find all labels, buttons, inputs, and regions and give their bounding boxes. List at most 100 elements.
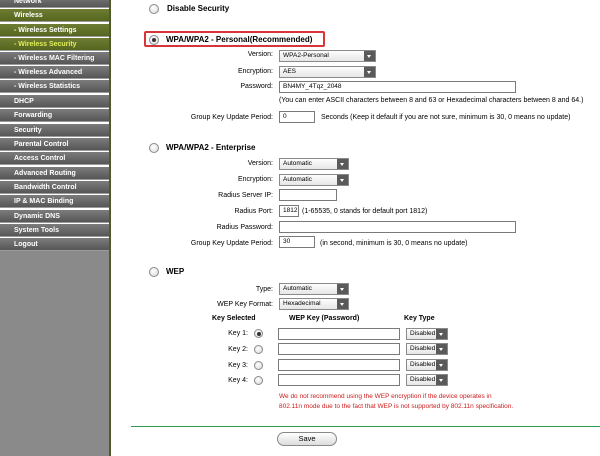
sidebar-item-security[interactable]: Security [0,124,109,137]
sidebar-item-forwarding[interactable]: Forwarding [0,109,109,122]
sidebar-border [109,0,111,456]
wep-key1-type-value: Disabled [410,330,436,337]
wep-warning-line2: 802.11n mode due to the fact that WEP is… [279,403,514,410]
wpa-password-input[interactable]: BN4MY_4Tqz_2048 [279,81,516,93]
sidebar-item-logout[interactable]: Logout [0,238,109,251]
wep-key4-radio[interactable] [254,376,263,385]
wep-radio[interactable] [149,267,159,277]
ent-encryption-value: Automatic [283,176,312,183]
wep-title: WEP [166,267,185,276]
sidebar-filler [0,251,109,456]
ent-gkup-input[interactable]: 30 [279,236,315,248]
sidebar-item-wireless[interactable]: Wireless [0,9,109,22]
ent-version-label: Version: [247,160,273,167]
chevron-down-icon [364,51,375,61]
wep-key2-radio[interactable] [254,345,263,354]
sidebar-item-wireless-statistics[interactable]: - Wireless Statistics [0,80,109,93]
ent-encryption-select[interactable]: Automatic [279,174,349,186]
wpa-encryption-select[interactable]: AES [279,66,376,78]
sidebar-item-parental-control[interactable]: Parental Control [0,138,109,151]
wpa-version-select[interactable]: WPA2-Personal [279,50,376,62]
ent-encryption-label: Encryption: [237,176,273,183]
wpa-encryption-value: AES [283,68,297,75]
sidebar-item-wireless-settings[interactable]: - Wireless Settings [0,24,109,37]
wpa-enterprise-radio[interactable] [149,143,159,153]
sidebar-item-access-control[interactable]: Access Control [0,152,109,165]
sidebar-item-dynamic-dns[interactable]: Dynamic DNS [0,210,109,223]
wep-key2-type-value: Disabled [410,345,436,352]
footer-divider [131,426,600,427]
radius-port-label: Radius Port: [234,208,273,215]
wep-key3-radio[interactable] [254,361,263,370]
wpa-encryption-label: Encryption: [237,68,273,75]
wep-key3-label: Key 3: [228,362,248,369]
wpa-gkup-hint: Seconds (Keep it default if you are not … [321,114,571,121]
wep-warning-line1: We do not recommend using the WEP encryp… [279,393,492,400]
wpa-gkup-input[interactable]: 0 [279,111,315,123]
wpa-enterprise-title: WPA/WPA2 - Enterprise [166,143,256,152]
wep-key4-type-select[interactable]: Disabled [406,374,448,386]
wpa-personal-title: WPA/WPA2 - Personal(Recommended) [166,35,313,44]
wep-key3-input[interactable] [278,359,400,371]
sidebar-item-ip-mac-binding[interactable]: IP & MAC Binding [0,195,109,208]
radius-server-ip-input[interactable] [279,189,337,201]
wep-type-label: Type: [255,286,273,293]
sidebar-item-wireless-advanced[interactable]: - Wireless Advanced [0,66,109,79]
sidebar-item-dhcp[interactable]: DHCP [0,95,109,108]
wep-col-key-password: WEP Key (Password) [289,315,360,322]
disable-security-label: Disable Security [167,4,230,13]
wpa-gkup-label: Group Key Update Period: [190,114,273,121]
wep-key2-label: Key 2: [228,346,248,353]
wep-key2-type-select[interactable]: Disabled [406,343,448,355]
chevron-down-icon [436,344,447,354]
wep-type-select[interactable]: Automatic [279,283,349,295]
sidebar-item-wireless-mac-filtering[interactable]: - Wireless MAC Filtering [0,52,109,65]
wep-key2-input[interactable] [278,343,400,355]
chevron-down-icon [337,284,348,294]
wep-key4-input[interactable] [278,374,400,386]
wep-key3-type-value: Disabled [410,361,436,368]
sidebar-item-wireless-security[interactable]: - Wireless Security [0,38,109,51]
wpa-password-label: Password: [240,83,273,90]
sidebar-item-bandwidth-control[interactable]: Bandwidth Control [0,181,109,194]
wep-key3-type-select[interactable]: Disabled [406,359,448,371]
radius-password-label: Radius Password: [216,224,273,231]
radius-password-input[interactable] [279,221,516,233]
chevron-down-icon [337,159,348,169]
wpa-version-value: WPA2-Personal [283,52,329,59]
wep-col-key-type: Key Type [404,315,435,322]
chevron-down-icon [337,299,348,309]
ent-gkup-label: Group Key Update Period: [190,240,273,247]
disable-security-radio[interactable] [149,4,159,14]
wep-format-value: Hexadecimal [283,300,321,307]
wpa-personal-radio[interactable] [149,35,159,45]
radius-port-hint: (1-65535, 0 stands for default port 1812… [302,208,428,215]
ent-version-select[interactable]: Automatic [279,158,349,170]
radius-port-input[interactable]: 1812 [279,205,299,217]
sidebar-item-advanced-routing[interactable]: Advanced Routing [0,167,109,180]
wep-key1-input[interactable] [278,328,400,340]
ent-gkup-hint: (in second, minimum is 30, 0 means no up… [320,240,468,247]
wpa-version-label: Version: [247,51,273,58]
sidebar: Network Wireless - Wireless Settings - W… [0,0,109,456]
radius-server-ip-label: Radius Server IP: [218,192,273,199]
save-button[interactable]: Save [277,432,337,446]
wep-format-select[interactable]: Hexadecimal [279,298,349,310]
chevron-down-icon [436,360,447,370]
wep-key1-label: Key 1: [228,330,248,337]
wep-key1-type-select[interactable]: Disabled [406,328,448,340]
sidebar-item-network[interactable]: Network [0,0,109,8]
wep-key4-type-value: Disabled [410,376,436,383]
wep-key4-label: Key 4: [228,377,248,384]
chevron-down-icon [436,375,447,385]
wep-format-label: WEP Key Format: [217,301,273,308]
wep-col-key-selected: Key Selected [212,315,256,322]
wpa-password-hint: (You can enter ASCII characters between … [279,97,584,104]
wep-type-value: Automatic [283,285,312,292]
chevron-down-icon [436,329,447,339]
ent-version-value: Automatic [283,160,312,167]
chevron-down-icon [364,67,375,77]
wep-key1-radio[interactable] [254,329,263,338]
sidebar-item-system-tools[interactable]: System Tools [0,224,109,237]
chevron-down-icon [337,175,348,185]
